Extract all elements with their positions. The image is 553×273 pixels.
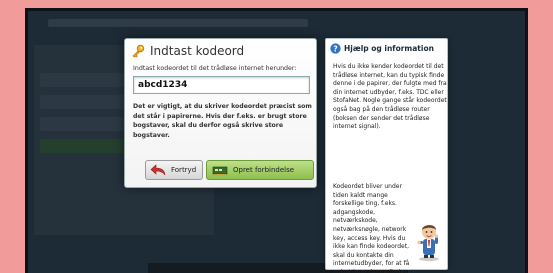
password-label: Indtast kodeordet til det trådløse inter… [133, 65, 297, 72]
undo-arrow-icon [150, 164, 166, 176]
password-warning: Det er vigtigt, at du skriver kodeordet … [133, 103, 312, 139]
key-icon [132, 44, 145, 58]
connect-button-label: Opret forbindelse [233, 166, 295, 174]
dialog-title: Indtast kodeord [150, 44, 245, 58]
cancel-button[interactable]: Fortryd [145, 160, 203, 180]
network-card-icon [212, 166, 228, 176]
svg-text:?: ? [333, 44, 338, 53]
help-paragraph: Hvis du ikke kender kodeordet til det tr… [333, 63, 447, 131]
password-input[interactable] [133, 76, 310, 94]
dialog-header: Indtast kodeord [131, 44, 244, 58]
connect-button[interactable]: Opret forbindelse [206, 160, 314, 180]
help-header: ? Hjælp og information [330, 43, 434, 54]
question-mark-icon: ? [330, 43, 341, 54]
help-paragraph: Kodeordet bliver under tiden kaldt mange… [333, 183, 410, 273]
helper-mascot-icon [417, 225, 439, 261]
help-panel: ? Hjælp og information Hvis du ikke kend… [325, 38, 448, 273]
help-title: Hjælp og information [344, 44, 434, 53]
background-title-bar [48, 19, 308, 27]
cancel-button-label: Fortryd [171, 166, 197, 174]
password-dialog: Indtast kodeord Indtast kodeordet til de… [124, 38, 317, 188]
